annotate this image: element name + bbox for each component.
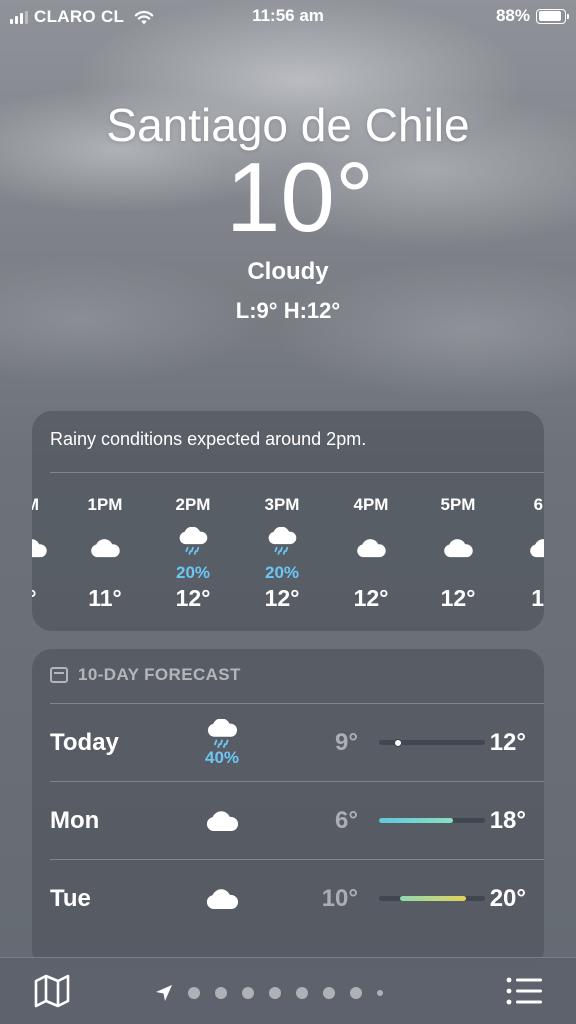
hour-label: 4PM	[353, 495, 389, 514]
cloud-icon	[70, 517, 140, 565]
cloud-icon	[509, 517, 544, 565]
page-dot[interactable]	[215, 987, 227, 999]
forecast-title: 10-DAY FORECAST	[78, 665, 241, 684]
current-temperature: 10°	[225, 142, 375, 252]
hour-label: 5PM	[440, 495, 476, 514]
forecast-day: Today	[50, 729, 119, 756]
status-right: 88%	[495, 6, 569, 26]
cloud-icon	[192, 809, 252, 833]
current-condition: Cloudy	[247, 258, 329, 285]
hour-column: 4PM 12°	[336, 495, 406, 611]
forecast-row[interactable]: Mon 6° 18°	[50, 781, 544, 859]
forecast-low: 6°	[335, 807, 358, 834]
cloud-icon	[336, 517, 406, 565]
hour-label: 2PM	[175, 495, 211, 514]
forecast-day: Tue	[50, 885, 91, 912]
hourly-summary: Rainy conditions expected around 2pm.	[50, 429, 367, 449]
hour-column: 1PM 11°	[70, 495, 140, 611]
cloud-icon	[192, 887, 252, 911]
forecast-low: 9°	[335, 729, 358, 756]
precipitation-chance	[336, 563, 406, 585]
temperature-range-bar	[379, 818, 485, 823]
precipitation-chance: 40%	[204, 748, 240, 767]
page-dot[interactable]	[269, 987, 281, 999]
precipitation-chance	[32, 563, 67, 585]
forecast-high: 20°	[489, 885, 526, 912]
page-dot[interactable]	[296, 987, 308, 999]
list-icon[interactable]	[506, 976, 542, 1006]
hour-temperature: 12°	[175, 585, 211, 611]
precipitation-chance	[70, 563, 140, 585]
precipitation-chance: 20%	[175, 563, 211, 582]
forecast-header: 10-DAY FORECAST	[50, 665, 241, 685]
bottom-toolbar	[0, 957, 576, 1024]
temperature-range-bar	[379, 896, 485, 901]
hour-temperature: 12°	[353, 585, 389, 611]
precipitation-chance: 20%	[264, 563, 300, 582]
cloud-icon	[32, 517, 67, 565]
cloud-rain-icon: 40%	[192, 719, 252, 768]
precipitation-chance	[423, 563, 493, 585]
status-bar: CLARO CL 11:56 am 88%	[0, 0, 576, 34]
forecast-day: Mon	[50, 807, 100, 834]
hourly-forecast-card[interactable]: Rainy conditions expected around 2pm. M°…	[32, 411, 544, 631]
hour-column: 5PM 12°	[423, 495, 493, 611]
forecast-high: 12°	[489, 729, 526, 756]
battery-percentage: 88%	[495, 6, 530, 25]
forecast-high: 18°	[489, 807, 526, 834]
current-temperature-dot	[394, 738, 403, 747]
page-dot[interactable]	[188, 987, 200, 999]
divider	[50, 859, 544, 860]
page-indicator[interactable]	[155, 984, 383, 1002]
divider	[50, 472, 544, 473]
divider	[50, 781, 544, 782]
hour-temperature: 12°	[264, 585, 300, 611]
low-high-temperature: L:9° H:12°	[235, 298, 341, 323]
calendar-icon	[50, 667, 68, 683]
divider	[50, 703, 544, 704]
hour-label: 3PM	[264, 495, 300, 514]
status-time: 11:56 am	[252, 6, 324, 25]
cloud-rain-icon	[247, 517, 317, 565]
hour-column: M°	[32, 495, 67, 611]
hour-temperature: °	[32, 585, 67, 612]
ten-day-forecast-card[interactable]: 10-DAY FORECAST Today 40% 9° 12° Mon 6° 18° Tue…	[32, 649, 544, 969]
hour-column: 6P 12	[509, 495, 544, 611]
temperature-range-fill	[379, 818, 454, 823]
hour-label: M	[32, 495, 67, 517]
battery-icon	[536, 8, 569, 24]
hour-temperature: 12°	[440, 585, 476, 611]
page-dot[interactable]	[377, 990, 383, 996]
hour-label: 1PM	[87, 495, 123, 514]
hour-column: 3PM 20% 12°	[247, 495, 317, 611]
location-arrow-icon[interactable]	[155, 984, 173, 1002]
cloud-icon	[423, 517, 493, 565]
forecast-row[interactable]: Tue 10° 20°	[50, 859, 544, 937]
hour-label: 6P	[533, 495, 544, 514]
page-dot[interactable]	[323, 987, 335, 999]
map-icon[interactable]	[34, 974, 70, 1008]
hour-temperature: 12	[531, 585, 544, 611]
temperature-range-bar	[379, 738, 485, 747]
hour-temperature: 11°	[88, 585, 122, 611]
forecast-row[interactable]: Today 40% 9° 12°	[50, 703, 544, 781]
cloud-rain-icon	[158, 517, 228, 565]
hour-column: 2PM 20% 12°	[158, 495, 228, 611]
temperature-range-fill	[400, 896, 466, 901]
precipitation-chance	[509, 563, 544, 585]
page-dot[interactable]	[350, 987, 362, 999]
page-dot[interactable]	[242, 987, 254, 999]
forecast-low: 10°	[321, 885, 358, 912]
